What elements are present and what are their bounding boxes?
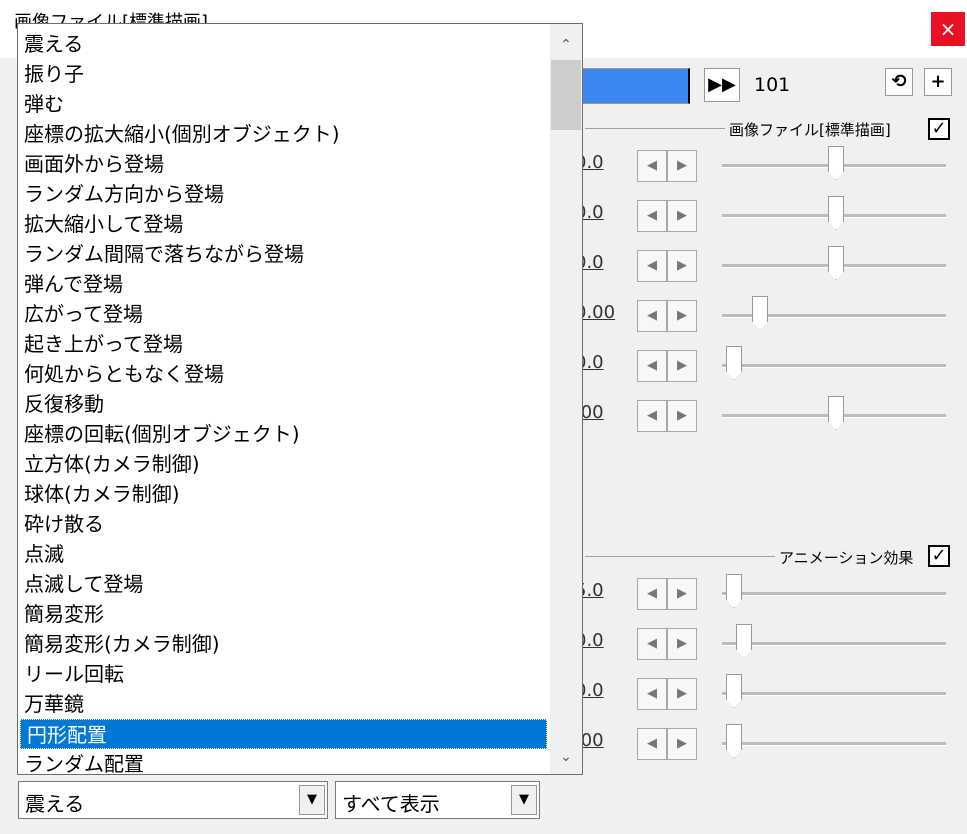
param-slider-thumb[interactable]: [726, 674, 742, 708]
frame-position-bar[interactable]: [570, 68, 690, 104]
section-title-animation-effect: アニメーション効果: [775, 547, 918, 568]
frame-number: 101: [754, 74, 791, 96]
stepper-left-icon[interactable]: ◀: [637, 200, 667, 232]
param-slider-thumb[interactable]: [828, 246, 844, 280]
param-stepper[interactable]: ◀ ▶: [637, 350, 699, 382]
effect-list-item[interactable]: 振り子: [18, 59, 548, 89]
effect-list-item[interactable]: ランダム間隔で落ちながら登場: [18, 239, 548, 269]
effect-list-item[interactable]: 起き上がって登場: [18, 329, 548, 359]
effect-list-item[interactable]: 弾む: [18, 89, 548, 119]
scroll-up-arrow-icon[interactable]: ⌃: [550, 28, 582, 62]
filter-combo-value: すべて表示: [342, 792, 440, 816]
effect-list-items: 震える 振り子 弾む 座標の拡大縮小(個別オブジェクト) 画面外から登場 ランダム方向から…: [18, 29, 548, 774]
close-button[interactable]: ×: [931, 12, 965, 46]
list-scrollbar[interactable]: ⌃ ⌄: [550, 24, 582, 774]
param-slider-thumb[interactable]: [828, 146, 844, 180]
effect-list-item[interactable]: 点滅: [18, 539, 548, 569]
effect-combo[interactable]: 震える ▼: [18, 781, 328, 819]
param-slider-track[interactable]: [722, 642, 946, 646]
param-stepper[interactable]: ◀ ▶: [637, 728, 699, 760]
plus-icon: +: [930, 71, 946, 92]
param-stepper[interactable]: ◀ ▶: [637, 628, 699, 660]
stepper-right-icon[interactable]: ▶: [667, 400, 697, 432]
stepper-left-icon[interactable]: ◀: [637, 728, 667, 760]
stepper-right-icon[interactable]: ▶: [667, 350, 697, 382]
effect-list-item[interactable]: 拡大縮小して登場: [18, 209, 548, 239]
section-title-image-file: 画像ファイル[標準描画]: [725, 119, 895, 140]
stepper-right-icon[interactable]: ▶: [667, 628, 697, 660]
param-slider-thumb[interactable]: [828, 396, 844, 430]
stepper-left-icon[interactable]: ◀: [637, 250, 667, 282]
fast-forward-button[interactable]: ▶▶: [704, 68, 740, 102]
stepper-left-icon[interactable]: ◀: [637, 628, 667, 660]
effect-dropdown-list[interactable]: 震える 振り子 弾む 座標の拡大縮小(個別オブジェクト) 画面外から登場 ランダム方向から…: [17, 23, 583, 775]
param-stepper[interactable]: ◀ ▶: [637, 300, 699, 332]
effect-list-item[interactable]: 弾んで登場: [18, 269, 548, 299]
param-slider-thumb[interactable]: [726, 574, 742, 608]
effect-list-item[interactable]: 万華鏡: [18, 689, 548, 719]
add-button[interactable]: +: [924, 68, 952, 96]
stepper-left-icon[interactable]: ◀: [637, 678, 667, 710]
stepper-left-icon[interactable]: ◀: [637, 150, 667, 182]
param-stepper[interactable]: ◀ ▶: [637, 578, 699, 610]
effect-list-item[interactable]: 簡易変形: [18, 599, 548, 629]
stepper-right-icon[interactable]: ▶: [667, 300, 697, 332]
refresh-icon: ⟲: [891, 71, 907, 92]
section-enable-checkbox[interactable]: ✓: [928, 118, 950, 140]
effect-list-item[interactable]: 砕け散る: [18, 509, 548, 539]
param-stepper[interactable]: ◀ ▶: [637, 250, 699, 282]
effect-list-item[interactable]: ランダム方向から登場: [18, 179, 548, 209]
effect-list-item[interactable]: 点滅して登場: [18, 569, 548, 599]
refresh-button[interactable]: ⟲: [885, 68, 913, 96]
effect-enable-checkbox[interactable]: ✓: [928, 545, 950, 567]
effect-list-item[interactable]: 座標の回転(個別オブジェクト): [18, 419, 548, 449]
effect-list-item[interactable]: ランダム配置: [18, 749, 548, 774]
effect-list-item[interactable]: 座標の拡大縮小(個別オブジェクト): [18, 119, 548, 149]
stepper-right-icon[interactable]: ▶: [667, 200, 697, 232]
stepper-right-icon[interactable]: ▶: [667, 150, 697, 182]
check-mark-icon: ✓: [931, 545, 947, 566]
param-slider-track[interactable]: [722, 742, 946, 746]
effect-combo-value: 震える: [25, 792, 85, 816]
effect-list-item[interactable]: 反復移動: [18, 389, 548, 419]
scroll-down-arrow-icon[interactable]: ⌄: [550, 740, 582, 774]
param-slider-thumb[interactable]: [726, 724, 742, 758]
effect-list-item[interactable]: 何処からともなく登場: [18, 359, 548, 389]
effect-list-item[interactable]: 円形配置: [20, 719, 547, 749]
param-stepper[interactable]: ◀ ▶: [637, 150, 699, 182]
param-slider-thumb[interactable]: [736, 624, 752, 658]
stepper-right-icon[interactable]: ▶: [667, 578, 697, 610]
effect-list-item[interactable]: リール回転: [18, 659, 548, 689]
effect-list-item[interactable]: 球体(カメラ制御): [18, 479, 548, 509]
param-slider-track[interactable]: [722, 692, 946, 696]
param-stepper[interactable]: ◀ ▶: [637, 678, 699, 710]
scroll-thumb[interactable]: [551, 60, 581, 130]
effect-list-item[interactable]: 画面外から登場: [18, 149, 548, 179]
stepper-right-icon[interactable]: ▶: [667, 250, 697, 282]
param-stepper[interactable]: ◀ ▶: [637, 400, 699, 432]
chevron-down-icon[interactable]: ▼: [511, 785, 537, 815]
stepper-right-icon[interactable]: ▶: [667, 728, 697, 760]
param-slider-track[interactable]: [722, 364, 946, 368]
section-divider: [585, 128, 725, 129]
stepper-right-icon[interactable]: ▶: [667, 678, 697, 710]
chevron-down-icon[interactable]: ▼: [299, 785, 325, 815]
filter-combo[interactable]: すべて表示 ▼: [335, 781, 540, 819]
param-slider-thumb[interactable]: [828, 196, 844, 230]
effect-list-item[interactable]: 立方体(カメラ制御): [18, 449, 548, 479]
check-mark-icon: ✓: [931, 118, 947, 139]
stepper-left-icon[interactable]: ◀: [637, 300, 667, 332]
effect-list-item[interactable]: 簡易変形(カメラ制御): [18, 629, 548, 659]
param-slider-track[interactable]: [722, 592, 946, 596]
stepper-left-icon[interactable]: ◀: [637, 400, 667, 432]
param-slider-thumb[interactable]: [752, 296, 768, 330]
section-divider: [585, 556, 775, 557]
stepper-left-icon[interactable]: ◀: [637, 350, 667, 382]
param-slider-thumb[interactable]: [726, 346, 742, 380]
param-stepper[interactable]: ◀ ▶: [637, 200, 699, 232]
stepper-left-icon[interactable]: ◀: [637, 578, 667, 610]
effect-list-item[interactable]: 震える: [18, 29, 548, 59]
effect-list-item[interactable]: 広がって登場: [18, 299, 548, 329]
